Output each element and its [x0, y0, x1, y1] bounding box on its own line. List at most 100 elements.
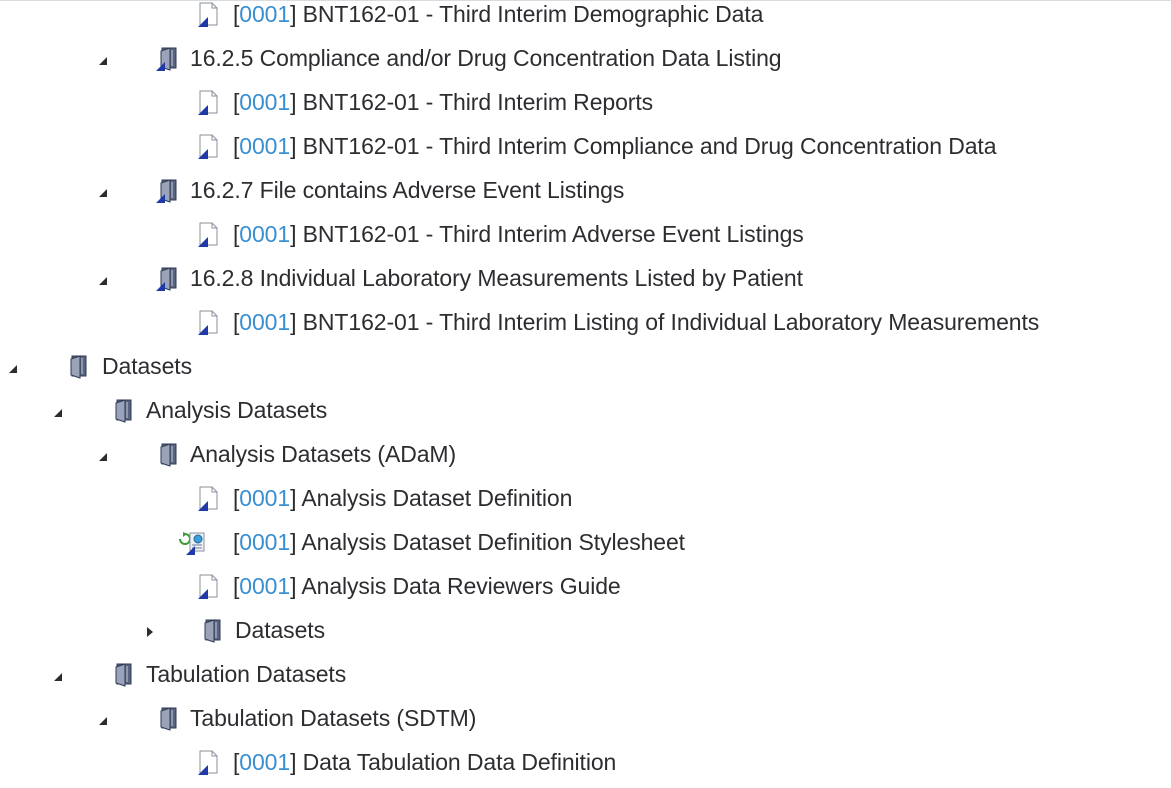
- tree-item-title: Data Tabulation Data Definition: [302, 749, 617, 775]
- document-icon: [195, 309, 221, 335]
- tree-item-label[interactable]: 16.2.5 Compliance and/or Drug Concentrat…: [190, 45, 782, 71]
- folder-icon: [156, 265, 182, 291]
- tree-item-title: Analysis Datasets: [146, 397, 328, 423]
- tree-item-title: 16.2.8 Individual Laboratory Measurement…: [190, 265, 803, 291]
- tree-document-row[interactable]: [0001] BNT162-01 - Third Interim Demogra…: [0, 0, 1171, 29]
- tree-item-title: BNT162-01 - Third Interim Listing of Ind…: [302, 309, 1040, 335]
- tree-item-title: BNT162-01 - Third Interim Demographic Da…: [302, 1, 764, 27]
- version-bracket-close: ]: [290, 573, 302, 599]
- tree-item-label[interactable]: 16.2.7 File contains Adverse Event Listi…: [190, 178, 624, 202]
- tree-folder-row[interactable]: Datasets: [0, 615, 1171, 645]
- tree-document-row[interactable]: [0001] Analysis Dataset Definition: [0, 483, 1171, 513]
- version-bracket-close: ]: [290, 89, 303, 115]
- tree-item-label[interactable]: Datasets: [235, 618, 325, 642]
- version-link[interactable]: 0001: [239, 573, 290, 599]
- triangle-expanded-icon[interactable]: [96, 439, 116, 469]
- tree-item-label[interactable]: [0001] Data Tabulation Data Definition: [233, 750, 616, 774]
- tree-item-title: Tabulation Datasets (SDTM): [190, 705, 477, 731]
- tree-item-label[interactable]: [0001] BNT162-01 - Third Interim Complia…: [233, 133, 997, 159]
- tree-item-label[interactable]: Datasets: [102, 354, 192, 378]
- folder-icon: [156, 705, 182, 731]
- tree-item-label[interactable]: [0001] BNT162-01 - Third Interim Demogra…: [233, 2, 763, 26]
- tree-item-label[interactable]: Analysis Datasets (ADaM): [190, 442, 456, 466]
- triangle-collapsed-icon[interactable]: [141, 615, 161, 645]
- tree-item-title: Analysis Dataset Definition Stylesheet: [301, 529, 685, 555]
- version-link[interactable]: 0001: [239, 529, 290, 555]
- tree-document-row[interactable]: [0001] BNT162-01 - Third Interim Reports: [0, 87, 1171, 117]
- tree-document-row[interactable]: [0001] BNT162-01 - Third Interim Complia…: [0, 131, 1171, 161]
- tree-folder-row[interactable]: Tabulation Datasets (SDTM): [0, 703, 1171, 733]
- version-link[interactable]: 0001: [239, 1, 290, 27]
- tree-item-title: 16.2.7 File contains Adverse Event Listi…: [190, 177, 625, 203]
- folder-icon: [111, 661, 137, 687]
- tree-item-title: Datasets: [235, 617, 325, 643]
- tree-item-title: BNT162-01 - Third Interim Reports: [302, 89, 654, 115]
- triangle-expanded-icon[interactable]: [96, 263, 116, 293]
- tree-item-title: Tabulation Datasets: [146, 661, 347, 687]
- version-bracket-close: ]: [290, 749, 303, 775]
- tree-folder-row[interactable]: Analysis Datasets: [0, 395, 1171, 425]
- stylesheet-icon: [177, 529, 205, 555]
- document-icon: [195, 133, 221, 159]
- version-link[interactable]: 0001: [239, 221, 290, 247]
- document-icon: [195, 749, 221, 775]
- tree-folder-row[interactable]: Analysis Datasets (ADaM): [0, 439, 1171, 469]
- tree-folder-row[interactable]: 16.2.8 Individual Laboratory Measurement…: [0, 263, 1171, 293]
- tree-item-title: Analysis Data Reviewers Guide: [301, 573, 621, 599]
- tree-item-label[interactable]: [0001] BNT162-01 - Third Interim Reports: [233, 90, 653, 114]
- version-link[interactable]: 0001: [239, 89, 290, 115]
- document-icon: [195, 1, 221, 27]
- version-link[interactable]: 0001: [239, 309, 290, 335]
- document-tree: [0001] BNT162-01 - Third Interim Demogra…: [0, 0, 1171, 788]
- tree-item-title: Analysis Datasets (ADaM): [190, 441, 457, 467]
- folder-icon: [156, 441, 182, 467]
- tree-item-label[interactable]: 16.2.8 Individual Laboratory Measurement…: [190, 266, 803, 290]
- folder-icon: [111, 397, 137, 423]
- version-bracket-close: ]: [290, 529, 302, 555]
- triangle-expanded-icon[interactable]: [51, 659, 71, 689]
- tree-item-label[interactable]: Tabulation Datasets: [146, 662, 346, 686]
- document-icon: [195, 573, 221, 599]
- folder-icon: [156, 45, 182, 71]
- tree-item-label[interactable]: [0001] Analysis Data Reviewers Guide: [233, 574, 621, 598]
- tree-item-title: BNT162-01 - Third Interim Adverse Event …: [302, 221, 804, 247]
- folder-icon: [156, 177, 182, 203]
- tree-item-title: BNT162-01 - Third Interim Compliance and…: [302, 133, 997, 159]
- version-bracket-close: ]: [290, 485, 302, 511]
- triangle-expanded-icon[interactable]: [96, 703, 116, 733]
- document-icon: [195, 485, 221, 511]
- tree-item-label[interactable]: Analysis Datasets: [146, 398, 327, 422]
- version-link[interactable]: 0001: [239, 485, 290, 511]
- triangle-expanded-icon[interactable]: [96, 175, 116, 205]
- tree-folder-row[interactable]: 16.2.7 File contains Adverse Event Listi…: [0, 175, 1171, 205]
- tree-item-label[interactable]: Tabulation Datasets (SDTM): [190, 706, 476, 730]
- tree-item-label[interactable]: [0001] Analysis Dataset Definition Style…: [233, 530, 685, 554]
- tree-document-row[interactable]: [0001] BNT162-01 - Third Interim Listing…: [0, 307, 1171, 337]
- tree-item-title: Analysis Dataset Definition: [301, 485, 573, 511]
- tree-item-label[interactable]: [0001] Analysis Dataset Definition: [233, 486, 572, 510]
- tree-folder-row[interactable]: Tabulation Datasets: [0, 659, 1171, 689]
- tree-document-row[interactable]: [0001] Data Tabulation Data Definition: [0, 747, 1171, 777]
- version-bracket-close: ]: [290, 309, 303, 335]
- tree-document-row[interactable]: [0001] BNT162-01 - Third Interim Adverse…: [0, 219, 1171, 249]
- version-link[interactable]: 0001: [239, 749, 290, 775]
- tree-folder-row[interactable]: 16.2.5 Compliance and/or Drug Concentrat…: [0, 43, 1171, 73]
- tree-item-label[interactable]: [0001] BNT162-01 - Third Interim Adverse…: [233, 222, 804, 246]
- triangle-expanded-icon[interactable]: [51, 395, 71, 425]
- tree-item-title: 16.2.5 Compliance and/or Drug Concentrat…: [190, 45, 782, 71]
- document-icon: [195, 221, 221, 247]
- version-bracket-close: ]: [290, 221, 303, 247]
- folder-icon: [200, 617, 226, 643]
- triangle-expanded-icon[interactable]: [96, 43, 116, 73]
- tree-item-title: Datasets: [102, 353, 192, 379]
- document-icon: [195, 89, 221, 115]
- tree-document-row[interactable]: [0001] Analysis Data Reviewers Guide: [0, 571, 1171, 601]
- triangle-expanded-icon[interactable]: [6, 351, 26, 381]
- version-bracket-close: ]: [290, 133, 303, 159]
- tree-document-row[interactable]: [0001] Analysis Dataset Definition Style…: [0, 527, 1171, 557]
- version-link[interactable]: 0001: [239, 133, 290, 159]
- version-bracket-close: ]: [290, 1, 303, 27]
- folder-icon: [66, 353, 92, 379]
- tree-item-label[interactable]: [0001] BNT162-01 - Third Interim Listing…: [233, 310, 1039, 334]
- tree-folder-row[interactable]: Datasets: [0, 351, 1171, 381]
